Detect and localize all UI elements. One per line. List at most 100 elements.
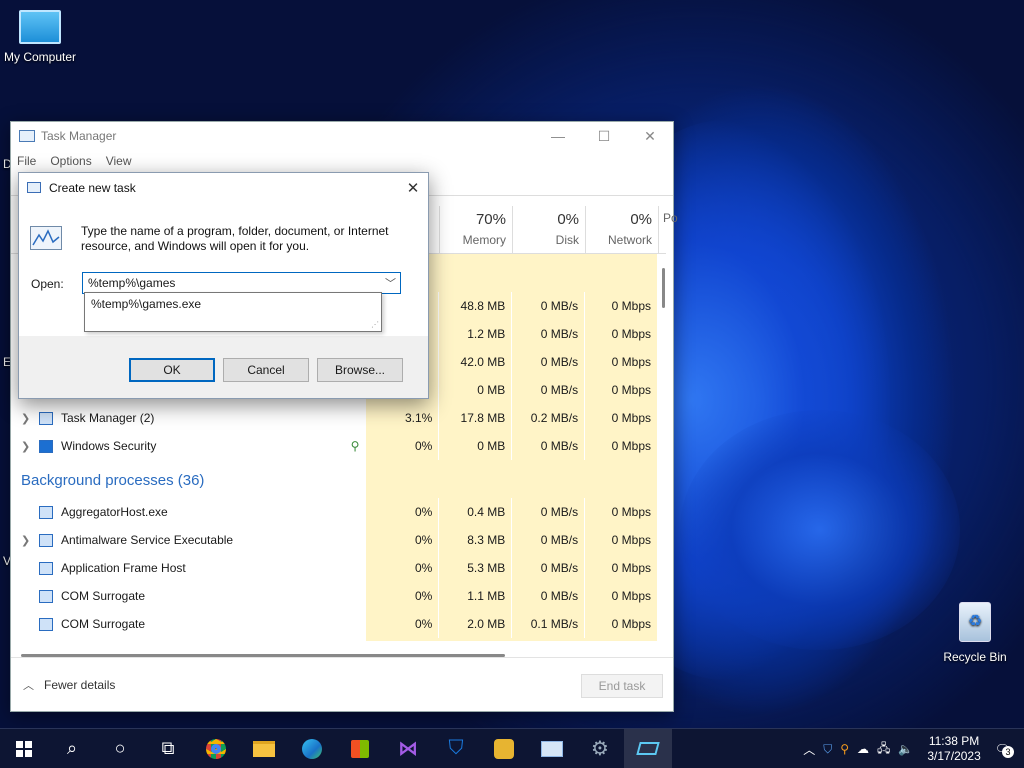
memory-cell: 2.0 MB xyxy=(438,610,512,638)
disk-cell: 0 MB/s xyxy=(511,582,585,610)
resize-grip-icon[interactable]: ⋰ xyxy=(371,320,379,329)
window-controls: — ☐ ✕ xyxy=(535,122,673,150)
memory-label: Memory xyxy=(462,233,506,247)
process-icon xyxy=(39,505,53,519)
network-cell: 0 Mbps xyxy=(584,610,657,638)
process-name: Windows Security xyxy=(61,439,157,453)
cloud-icon[interactable]: ☁ xyxy=(857,742,869,756)
disk-cell: 0 MB/s xyxy=(511,554,585,582)
table-row[interactable]: Application Frame Host 0% 5.3 MB 0 MB/s … xyxy=(11,554,657,582)
table-row[interactable]: ❯ Task Manager (2) 3.1% 17.8 MB 0.2 MB/s … xyxy=(11,404,657,432)
network-cell: 0 Mbps xyxy=(584,348,657,376)
menu-bar: File Options View xyxy=(11,150,673,172)
run-dialog-taskbar-icon[interactable] xyxy=(624,728,672,768)
my-computer-shortcut[interactable]: My Computer xyxy=(0,10,80,64)
vertical-scrollbar[interactable] xyxy=(662,268,665,308)
open-combobox[interactable]: %temp%\games ﹀ xyxy=(82,272,401,294)
column-memory[interactable]: 70% Memory xyxy=(439,206,512,254)
settings-icon[interactable]: ⚙ xyxy=(576,729,624,768)
notification-icon[interactable]: 🗨3 xyxy=(995,742,1014,758)
volume-icon[interactable]: 🔈 xyxy=(898,742,913,756)
memory-cell: 8.3 MB xyxy=(438,526,512,554)
game-icon[interactable] xyxy=(480,729,528,768)
shield-icon[interactable]: ⛉ xyxy=(432,729,480,768)
store-icon[interactable] xyxy=(336,729,384,768)
clock-time: 11:38 PM xyxy=(928,734,980,748)
column-power[interactable]: Po xyxy=(658,206,678,254)
memory-cell: 48.8 MB xyxy=(438,292,512,320)
recycle-bin-shortcut[interactable]: ♻ Recycle Bin xyxy=(937,602,1013,664)
menu-options[interactable]: Options xyxy=(50,154,91,168)
cpu-cell: 0% xyxy=(365,498,439,526)
network-cell: 0 Mbps xyxy=(584,320,657,348)
chevron-up-icon[interactable]: ︿ xyxy=(803,741,815,758)
search-icon[interactable]: ⌕ xyxy=(48,729,96,768)
task-view-icon[interactable]: ⧉ xyxy=(144,729,192,768)
clock-date: 3/17/2023 xyxy=(927,749,981,763)
ok-button[interactable]: OK xyxy=(129,358,215,382)
fewer-details-link[interactable]: Fewer details xyxy=(44,678,115,692)
maximize-button[interactable]: ☐ xyxy=(581,122,627,150)
notification-count: 3 xyxy=(1002,746,1014,758)
menu-file[interactable]: File xyxy=(17,154,36,168)
process-icon xyxy=(39,533,53,547)
column-disk[interactable]: 0% Disk xyxy=(512,206,585,254)
visual-studio-icon[interactable]: ⋈ xyxy=(384,729,432,768)
task-manager-taskbar-icon[interactable] xyxy=(528,729,576,768)
network-cell: 0 Mbps xyxy=(584,582,657,610)
network-cell: 0 Mbps xyxy=(584,404,657,432)
column-network[interactable]: 0% Network xyxy=(585,206,658,254)
dialog-close-button[interactable]: ✕ xyxy=(398,173,428,202)
close-button[interactable]: ✕ xyxy=(627,122,673,150)
table-row[interactable]: COM Surrogate 0% 2.0 MB 0.1 MB/s 0 Mbps xyxy=(11,610,657,638)
table-row[interactable]: ❯ Antimalware Service Executable 0% 8.3 M… xyxy=(11,526,657,554)
cancel-button[interactable]: Cancel xyxy=(223,358,309,382)
chrome-icon[interactable] xyxy=(192,729,240,768)
autocomplete-suggestion[interactable]: %temp%\games.exe xyxy=(91,297,375,311)
table-row[interactable]: AggregatorHost.exe 0% 0.4 MB 0 MB/s 0 Mb… xyxy=(11,498,657,526)
process-name: Antimalware Service Executable xyxy=(61,533,234,547)
dialog-title: Create new task xyxy=(49,180,136,195)
clock[interactable]: 11:38 PM 3/17/2023 xyxy=(927,734,980,764)
system-tray: ︿ ⛉ ⚲ ☁ 🖧 🔈 11:38 PM 3/17/2023 🗨3 xyxy=(799,729,1024,768)
background-processes-header: Background processes (36) xyxy=(21,472,205,489)
memory-cell: 42.0 MB xyxy=(438,348,512,376)
disk-cell: 0.2 MB/s xyxy=(511,404,585,432)
windows-security-icon xyxy=(39,439,53,453)
magnifier-icon[interactable]: ⚲ xyxy=(840,742,849,756)
disk-cell: 0 MB/s xyxy=(511,432,585,460)
chevron-right-icon[interactable]: ❯ xyxy=(21,412,39,425)
cpu-cell: 0% xyxy=(365,432,439,460)
chevron-down-icon[interactable]: ﹀ xyxy=(385,275,396,291)
menu-view[interactable]: View xyxy=(106,154,132,168)
power-label: Po xyxy=(663,211,678,225)
table-row[interactable]: ❯ Windows Security ⚲ 0% 0 MB 0 MB/s 0 Mbps xyxy=(11,432,657,460)
edge-icon[interactable] xyxy=(288,729,336,768)
file-explorer-icon[interactable] xyxy=(240,729,288,768)
chevron-right-icon[interactable]: ❯ xyxy=(21,534,39,547)
open-input[interactable]: %temp%\games xyxy=(88,276,175,290)
chevron-up-icon[interactable]: ︿ xyxy=(23,677,34,693)
security-alert-icon[interactable]: ⛉ xyxy=(823,742,832,757)
disk-percent: 0% xyxy=(557,211,579,228)
network-icon[interactable]: 🖧 xyxy=(877,739,890,760)
dialog-titlebar[interactable]: Create new task xyxy=(19,173,428,202)
start-button[interactable] xyxy=(0,729,48,768)
cortana-icon[interactable]: ○ xyxy=(96,729,144,768)
minimize-button[interactable]: — xyxy=(535,122,581,150)
wallpaper-bloom xyxy=(680,410,960,650)
chevron-right-icon[interactable]: ❯ xyxy=(21,440,39,453)
network-cell: 0 Mbps xyxy=(584,554,657,582)
network-cell: 0 Mbps xyxy=(584,432,657,460)
browse-button[interactable]: Browse... xyxy=(317,358,403,382)
process-name: AggregatorHost.exe xyxy=(61,505,168,519)
cpu-cell: 3.1% xyxy=(365,404,439,432)
recycle-bin-icon: ♻ xyxy=(959,602,991,642)
task-manager-graph-icon xyxy=(30,226,62,250)
end-task-button[interactable]: End task xyxy=(581,674,663,698)
table-row[interactable]: COM Surrogate 0% 1.1 MB 0 MB/s 0 Mbps xyxy=(11,582,657,610)
taskbar: ⌕ ○ ⧉ ⋈ ⛉ ⚙ ︿ ⛉ ⚲ ☁ 🖧 🔈 11:38 PM 3/17/20… xyxy=(0,728,1024,768)
task-manager-footer: ︿ Fewer details xyxy=(11,657,673,711)
disk-cell: 0 MB/s xyxy=(511,498,585,526)
monitor-icon xyxy=(19,10,61,44)
